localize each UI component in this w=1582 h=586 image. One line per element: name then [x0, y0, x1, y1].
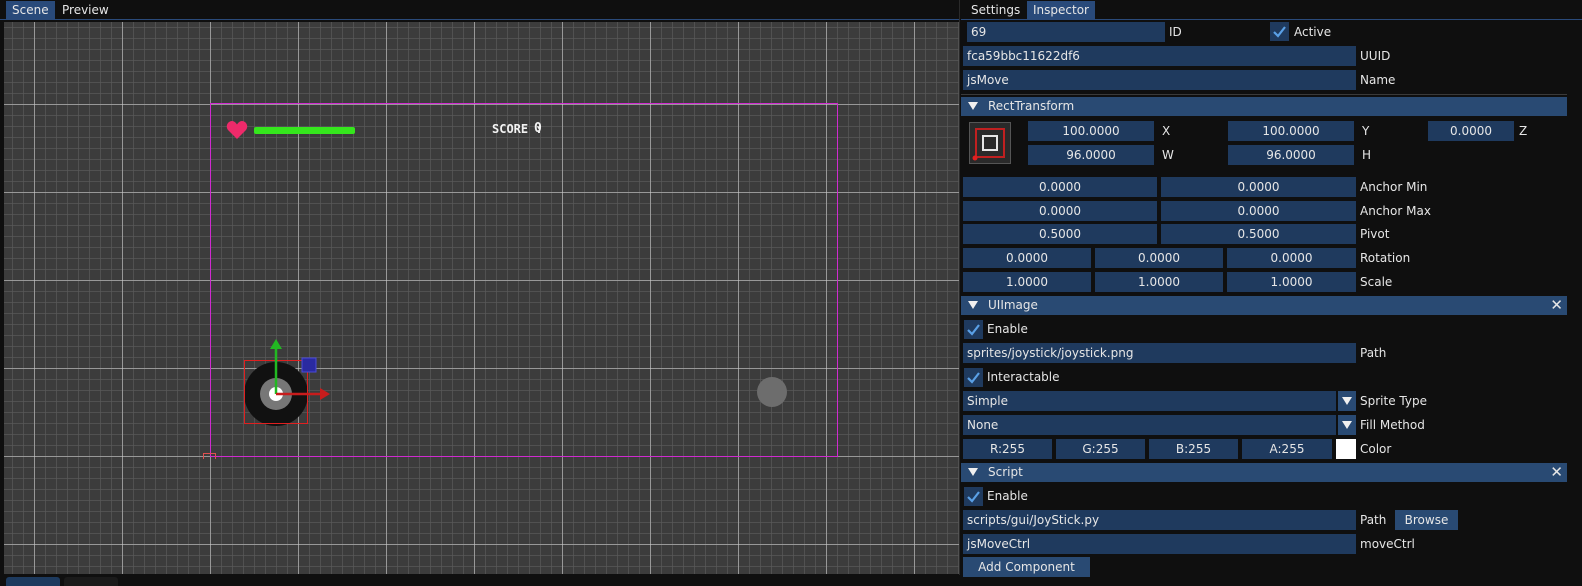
- height-label: H: [1362, 148, 1372, 162]
- close-icon[interactable]: ✕: [1550, 296, 1563, 315]
- tab-scene[interactable]: Scene: [6, 1, 55, 19]
- color-b-input[interactable]: B:255: [1149, 439, 1238, 459]
- rect-transform-title: RectTransform: [988, 99, 1075, 113]
- tab-inspector[interactable]: Inspector: [1027, 1, 1095, 19]
- scale-y-input[interactable]: 1.0000: [1095, 272, 1223, 292]
- id-input[interactable]: 69: [967, 22, 1165, 42]
- close-icon[interactable]: ✕: [1550, 463, 1563, 482]
- pos-y-input[interactable]: 100.0000: [1228, 121, 1354, 141]
- width-label: W: [1162, 148, 1174, 162]
- checkmark-icon: [967, 372, 980, 384]
- collapse-arrow-icon[interactable]: [968, 102, 978, 110]
- image-path-label: Path: [1360, 346, 1387, 360]
- sprite-circle[interactable]: [757, 377, 787, 407]
- inspector-tabbar: Settings Inspector: [961, 0, 1582, 20]
- fill-method-select[interactable]: None: [963, 415, 1336, 435]
- color-g-input[interactable]: G:255: [1056, 439, 1145, 459]
- pos-x-label: X: [1162, 124, 1171, 138]
- collapse-arrow-icon[interactable]: [968, 301, 978, 309]
- ui-image-enable-label: Enable: [987, 322, 1028, 336]
- tab-settings[interactable]: Settings: [965, 1, 1026, 19]
- width-input[interactable]: 96.0000: [1028, 145, 1154, 165]
- color-a-input[interactable]: A:255: [1242, 439, 1332, 459]
- pivot-x-input[interactable]: 0.5000: [963, 224, 1157, 244]
- script-enable-label: Enable: [987, 489, 1028, 503]
- anchor-min-y-input[interactable]: 0.0000: [1161, 177, 1356, 197]
- interactable-checkbox[interactable]: [964, 368, 983, 387]
- ui-image-header[interactable]: UIImage ✕: [961, 296, 1567, 315]
- scale-x-input[interactable]: 1.0000: [963, 272, 1091, 292]
- origin-marker: [203, 453, 216, 459]
- name-input[interactable]: jsMove: [963, 70, 1356, 90]
- bottom-tab-1[interactable]: [6, 577, 60, 586]
- inspector-panel: Settings Inspector 69 ID Active fca59bbc…: [961, 0, 1582, 586]
- scene-viewport[interactable]: SCORE : 0: [4, 22, 959, 574]
- pos-y-label: Y: [1362, 124, 1370, 138]
- score-value: 0: [534, 121, 542, 136]
- rotation-y-input[interactable]: 0.0000: [1095, 248, 1223, 268]
- anchor-max-label: Anchor Max: [1360, 204, 1431, 218]
- scene-tabbar: Scene Preview: [0, 0, 959, 20]
- active-label: Active: [1294, 25, 1332, 39]
- script-header[interactable]: Script ✕: [961, 463, 1567, 482]
- anchor-min-x-input[interactable]: 0.0000: [963, 177, 1157, 197]
- sprite-type-label: Sprite Type: [1360, 394, 1427, 408]
- collapse-arrow-icon[interactable]: [968, 468, 978, 476]
- script-enable-checkbox[interactable]: [964, 487, 983, 506]
- add-component-button[interactable]: Add Component: [963, 557, 1090, 577]
- color-label: Color: [1360, 442, 1392, 456]
- browse-button[interactable]: Browse: [1395, 510, 1458, 530]
- fill-method-label: Fill Method: [1360, 418, 1425, 432]
- sprite-type-select[interactable]: Simple: [963, 391, 1336, 411]
- script-title: Script: [988, 465, 1023, 479]
- interactable-label: Interactable: [987, 370, 1060, 384]
- checkmark-icon: [1273, 26, 1286, 38]
- anchor-preset-icon: [972, 128, 1005, 161]
- scale-z-input[interactable]: 1.0000: [1227, 272, 1356, 292]
- uuid-label: UUID: [1360, 49, 1391, 63]
- anchor-preset-button[interactable]: [969, 122, 1011, 164]
- pos-z-label: Z: [1519, 124, 1528, 138]
- scale-label: Scale: [1360, 275, 1393, 289]
- tab-preview[interactable]: Preview: [56, 1, 115, 19]
- rotation-label: Rotation: [1360, 251, 1411, 265]
- heart-icon: [226, 121, 248, 139]
- id-label: ID: [1169, 25, 1182, 39]
- color-swatch[interactable]: [1336, 439, 1356, 459]
- health-bar: [254, 127, 355, 134]
- chevron-down-icon[interactable]: [1338, 415, 1356, 435]
- chevron-down-icon[interactable]: [1338, 391, 1356, 411]
- color-r-input[interactable]: R:255: [963, 439, 1052, 459]
- height-input[interactable]: 96.0000: [1228, 145, 1354, 165]
- move-ctrl-input[interactable]: jsMoveCtrl: [963, 534, 1356, 554]
- pos-x-input[interactable]: 100.0000: [1028, 121, 1154, 141]
- pivot-y-input[interactable]: 0.5000: [1161, 224, 1356, 244]
- ui-image-title: UIImage: [988, 298, 1038, 312]
- anchor-max-y-input[interactable]: 0.0000: [1161, 201, 1356, 221]
- checkmark-icon: [967, 491, 980, 503]
- scene-panel: Scene Preview SCORE : 0: [0, 0, 960, 586]
- move-gizmo-icon[interactable]: [234, 337, 334, 407]
- bottom-tab-2[interactable]: [64, 577, 118, 586]
- pivot-label: Pivot: [1360, 227, 1390, 241]
- separator: [961, 94, 1567, 95]
- ui-image-enable-checkbox[interactable]: [964, 320, 983, 339]
- anchor-max-x-input[interactable]: 0.0000: [963, 201, 1157, 221]
- move-ctrl-label: moveCtrl: [1360, 537, 1415, 551]
- active-checkbox[interactable]: [1270, 22, 1289, 41]
- pos-z-input[interactable]: 0.0000: [1428, 121, 1514, 141]
- script-path-label: Path: [1360, 513, 1387, 527]
- bottom-tabbar: [0, 575, 960, 586]
- script-path-input[interactable]: scripts/gui/JoyStick.py: [963, 510, 1356, 530]
- uuid-input[interactable]: fca59bbc11622df6: [963, 46, 1356, 66]
- name-label: Name: [1360, 73, 1396, 87]
- rotation-z-input[interactable]: 0.0000: [1227, 248, 1356, 268]
- image-path-input[interactable]: sprites/joystick/joystick.png: [963, 343, 1356, 363]
- rotation-x-input[interactable]: 0.0000: [963, 248, 1091, 268]
- checkmark-icon: [967, 324, 980, 336]
- anchor-min-label: Anchor Min: [1360, 180, 1428, 194]
- rect-transform-header[interactable]: RectTransform: [961, 97, 1567, 116]
